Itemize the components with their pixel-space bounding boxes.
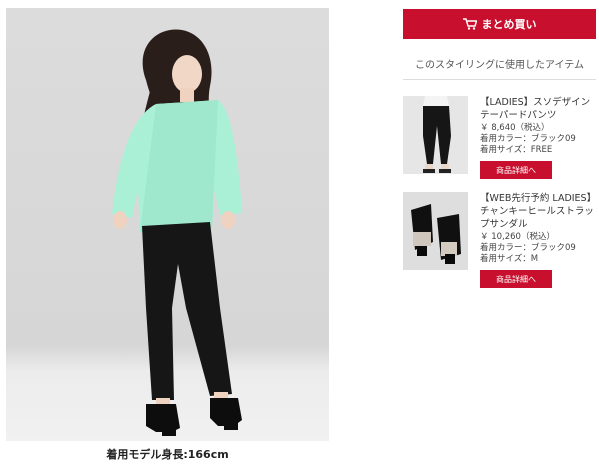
- product-price: ￥ 8,640（税込）: [480, 123, 550, 133]
- product-color: 着用カラー：ブラック09: [480, 134, 576, 144]
- product-size: 着用サイズ：FREE: [480, 145, 553, 155]
- product-price: ￥ 10,260（税込）: [480, 232, 555, 242]
- product-detail-button[interactable]: 商品詳細へ: [480, 270, 552, 288]
- cart-icon: [462, 18, 477, 30]
- product-item: 【LADIES】スソデザインテーパードパンツ ￥ 8,640（税込） 着用カラー…: [403, 96, 599, 186]
- bulk-buy-label: まとめ買い: [481, 18, 537, 31]
- product-name[interactable]: 【WEB先行予約 LADIES】チャンキーヒールストラップサンダル: [480, 192, 599, 231]
- product-thumbnail[interactable]: [403, 192, 468, 270]
- model-height-caption: 着用モデル身長:166cm: [106, 448, 229, 461]
- section-divider: [403, 79, 596, 80]
- product-thumbnail[interactable]: [403, 96, 468, 174]
- styling-photo: [6, 8, 329, 441]
- model-illustration: [112, 29, 242, 436]
- product-size: 着用サイズ：M: [480, 254, 539, 264]
- product-detail-button[interactable]: 商品詳細へ: [480, 161, 552, 179]
- section-title: このスタイリングに使用したアイテム: [415, 60, 584, 71]
- product-item: 【WEB先行予約 LADIES】チャンキーヒールストラップサンダル ￥ 10,2…: [403, 192, 599, 288]
- bulk-buy-button[interactable]: まとめ買い: [403, 9, 596, 39]
- product-name[interactable]: 【LADIES】スソデザインテーパードパンツ: [480, 96, 599, 122]
- product-color: 着用カラー：ブラック09: [480, 243, 576, 253]
